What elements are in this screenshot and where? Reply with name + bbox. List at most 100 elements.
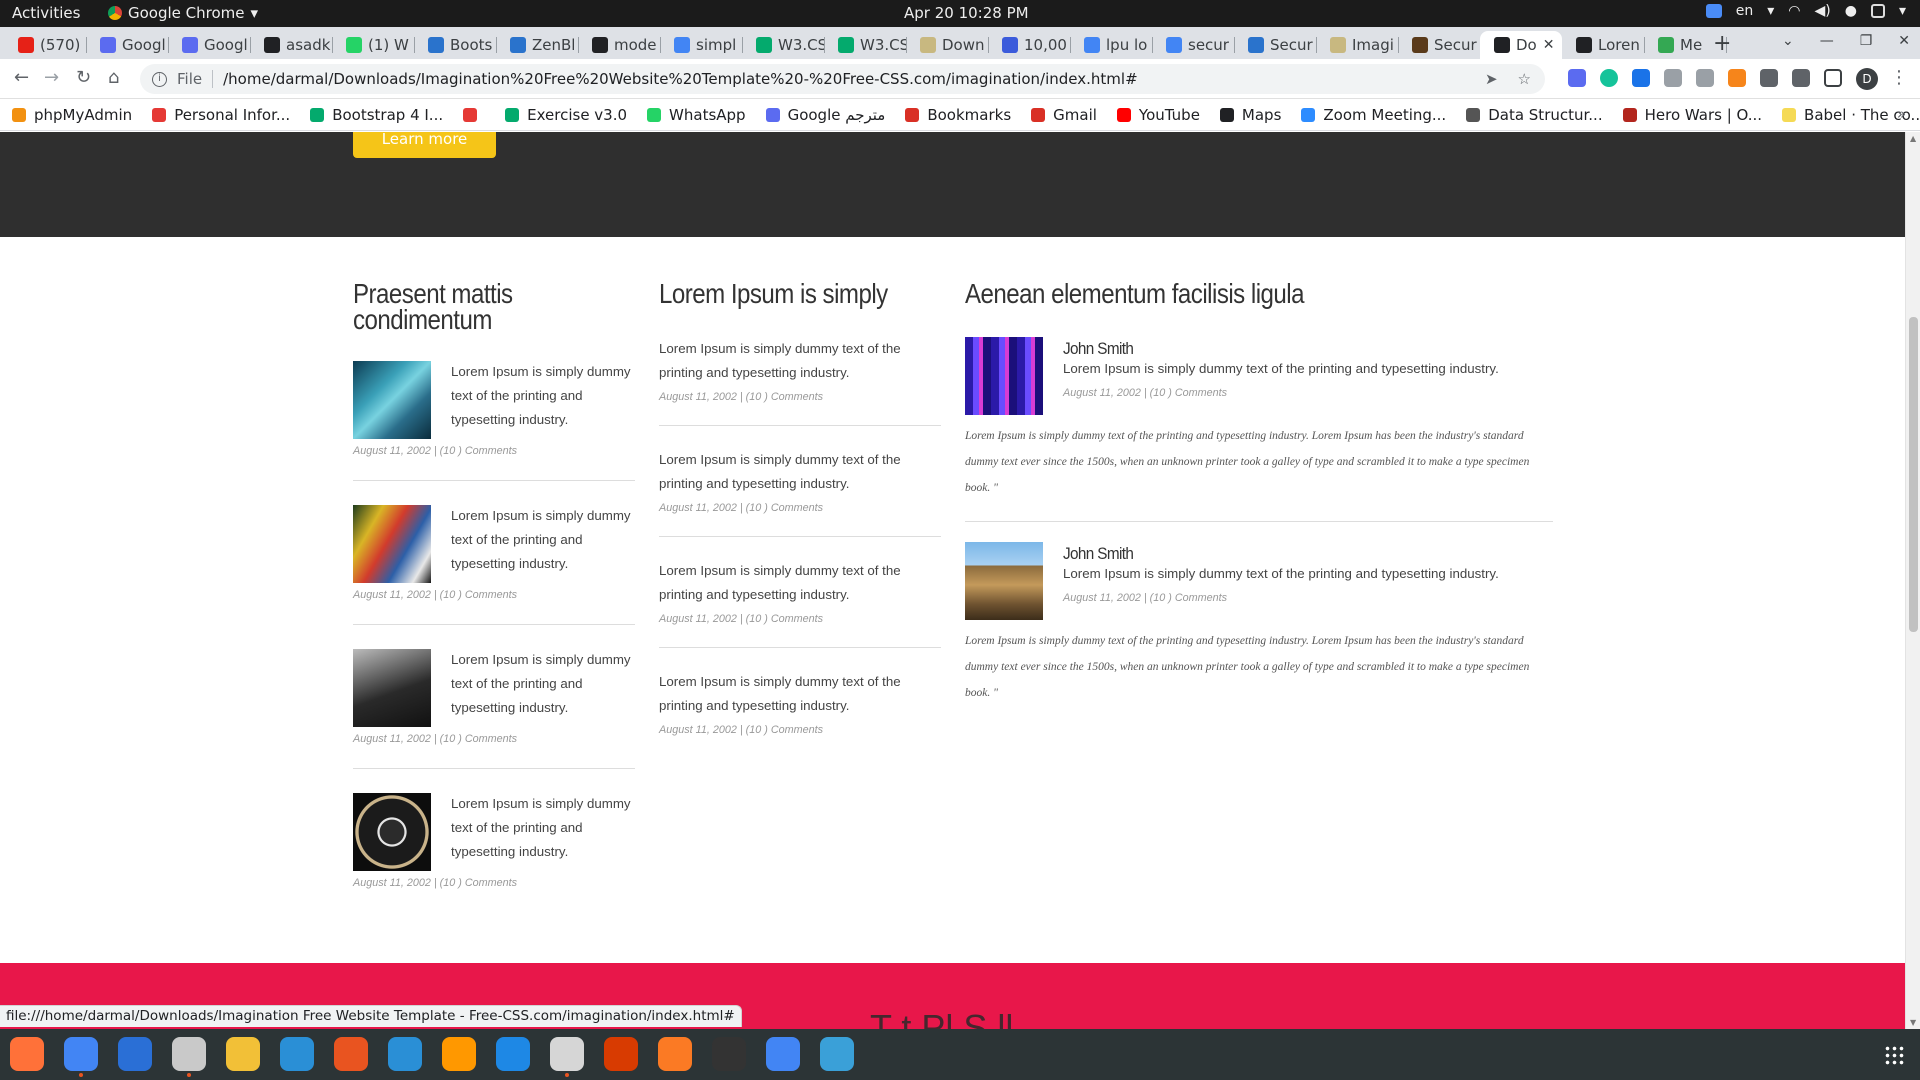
terminal-icon[interactable] — [712, 1037, 746, 1071]
browser-tab[interactable]: asadk — [250, 31, 332, 59]
browser-tab[interactable]: secur — [1152, 31, 1234, 59]
language-indicator[interactable]: en — [1736, 3, 1754, 19]
browser-tab[interactable]: W3.CS — [824, 31, 906, 59]
browser-tab[interactable]: mode — [578, 31, 660, 59]
office-icon[interactable] — [604, 1037, 638, 1071]
vue-extension-icon[interactable] — [1664, 69, 1682, 87]
close-window-button[interactable]: ✕ — [1898, 33, 1910, 49]
author-photo[interactable] — [965, 542, 1043, 620]
scroll-up-icon[interactable]: ▲ — [1910, 134, 1916, 143]
back-icon[interactable]: ← — [14, 67, 29, 88]
column-title: Aenean elementum facilisis ligula — [965, 278, 1305, 309]
bookmark-item[interactable]: Google مترجم — [765, 106, 885, 124]
info-icon[interactable]: i — [152, 71, 167, 87]
browser-tab[interactable]: Secur — [1234, 31, 1316, 59]
browser-tab[interactable]: Boots — [414, 31, 496, 59]
grammarly-extension-icon[interactable] — [1600, 69, 1618, 87]
author-name[interactable]: John Smith — [1063, 544, 1455, 564]
browser-tab[interactable]: Secur — [1398, 31, 1480, 59]
profile-avatar[interactable]: D — [1856, 68, 1878, 90]
files-icon[interactable] — [172, 1037, 206, 1077]
bookmark-item[interactable] — [463, 107, 485, 122]
rhythmbox-icon[interactable] — [226, 1037, 260, 1071]
send-icon[interactable]: ➤ — [1485, 70, 1498, 88]
close-tab-icon[interactable]: ✕ — [1543, 37, 1555, 53]
browser-tab[interactable]: lpu lo — [1070, 31, 1152, 59]
bookmark-item[interactable]: YouTube — [1116, 106, 1200, 124]
app-menu[interactable]: Google Chrome ▾ — [108, 4, 258, 22]
post-thumbnail[interactable] — [353, 793, 431, 871]
reload-icon[interactable]: ↻ — [76, 67, 91, 88]
bookmark-item[interactable]: WhatsApp — [647, 106, 746, 124]
page-scrollbar[interactable]: ▲ ▼ — [1905, 132, 1920, 1029]
learn-more-button[interactable]: Learn more — [353, 132, 496, 158]
help-icon[interactable] — [388, 1037, 422, 1071]
new-tab-button[interactable]: + — [1713, 31, 1731, 56]
vue-extension-icon-2[interactable] — [1696, 69, 1714, 87]
bookmark-item[interactable]: Zoom Meeting... — [1301, 106, 1446, 124]
translate-icon[interactable] — [766, 1037, 800, 1071]
restore-button[interactable]: ❐ — [1860, 33, 1873, 49]
post-divider — [353, 480, 635, 481]
browser-tab[interactable]: 10,00 — [988, 31, 1070, 59]
zoom-tray-icon[interactable] — [1705, 4, 1722, 18]
post-thumbnail[interactable] — [353, 649, 431, 727]
browser-tab[interactable]: Down — [906, 31, 988, 59]
bookmark-item[interactable]: phpMyAdmin — [12, 106, 132, 124]
writer-icon[interactable] — [280, 1037, 314, 1071]
xampp-icon[interactable] — [658, 1037, 692, 1071]
browser-tab[interactable]: ZenBl — [496, 31, 578, 59]
browser-tab[interactable]: W3.CS — [742, 31, 824, 59]
author-name[interactable]: John Smith — [1063, 339, 1455, 359]
translate-extension-icon[interactable] — [1568, 69, 1586, 87]
bookmark-item[interactable]: Maps — [1219, 106, 1281, 124]
clock[interactable]: Apr 20 10:28 PM — [904, 4, 1029, 22]
side-panel-icon[interactable] — [1824, 69, 1842, 87]
vscode-icon[interactable] — [496, 1037, 530, 1071]
browser-tab[interactable]: Imagi — [1316, 31, 1398, 59]
thunderbird-icon[interactable] — [118, 1037, 152, 1071]
browser-tab[interactable]: Loren — [1562, 31, 1644, 59]
post-thumbnail[interactable] — [353, 361, 431, 439]
scroll-down-icon[interactable]: ▼ — [1910, 1018, 1916, 1027]
author-photo[interactable] — [965, 337, 1043, 415]
address-url[interactable]: /home/darmal/Downloads/Imagination%20Fre… — [223, 70, 1138, 88]
activities-button[interactable]: Activities — [12, 4, 80, 22]
font-extension-icon[interactable] — [1632, 69, 1650, 87]
browser-tab[interactable]: (1) W — [332, 31, 414, 59]
screenshot-icon[interactable] — [820, 1037, 854, 1071]
address-bar[interactable]: i File /home/darmal/Downloads/Imaginatio… — [140, 64, 1545, 94]
puzzle-extensions-icon[interactable] — [1792, 69, 1810, 87]
browser-tab[interactable]: Googl — [168, 31, 250, 59]
chrome-icon[interactable] — [64, 1037, 98, 1077]
bookmark-item[interactable]: Hero Wars | O... — [1622, 106, 1762, 124]
bookmark-item[interactable]: Data Structur... — [1466, 106, 1603, 124]
browser-tab[interactable]: Do ✕ — [1480, 31, 1562, 59]
bookmark-item[interactable]: Gmail — [1031, 106, 1097, 124]
column-aenean: Aenean elementum facilisis ligula John S… — [965, 278, 1553, 706]
bookmark-item[interactable]: Personal Infor... — [152, 106, 290, 124]
browser-tab[interactable]: (570) — [4, 31, 86, 59]
show-applications-icon[interactable] — [1884, 1045, 1904, 1065]
home-icon[interactable]: ⌂ — [108, 67, 119, 88]
firefox-icon[interactable] — [10, 1037, 44, 1071]
post-thumbnail[interactable] — [353, 505, 431, 583]
more-bookmarks-icon[interactable]: » — [1897, 105, 1906, 123]
browser-tab[interactable]: simpl — [660, 31, 742, 59]
system-tray[interactable]: en ▾ ◠ ◀) ● ▾ — [1705, 3, 1906, 19]
tab-search-icon[interactable]: ⌄ — [1782, 33, 1794, 49]
terminal-app-icon[interactable] — [550, 1037, 584, 1077]
forward-icon[interactable]: → — [44, 67, 59, 88]
bookmark-item[interactable]: Exercise v3.0 — [505, 106, 627, 124]
minimize-button[interactable]: — — [1820, 33, 1834, 49]
browser-tab[interactable]: Googl — [86, 31, 168, 59]
menu-kebab-icon[interactable]: ⋮ — [1890, 67, 1908, 88]
bot-extension-icon[interactable] — [1760, 69, 1778, 87]
software-icon[interactable] — [334, 1037, 368, 1071]
scrollbar-thumb[interactable] — [1909, 317, 1918, 632]
metamask-extension-icon[interactable] — [1728, 69, 1746, 87]
bookmark-item[interactable]: Bookmarks — [905, 106, 1011, 124]
bookmark-star-icon[interactable]: ☆ — [1518, 70, 1531, 88]
bookmark-item[interactable]: Bootstrap 4 I... — [310, 106, 443, 124]
sublime-icon[interactable] — [442, 1037, 476, 1071]
